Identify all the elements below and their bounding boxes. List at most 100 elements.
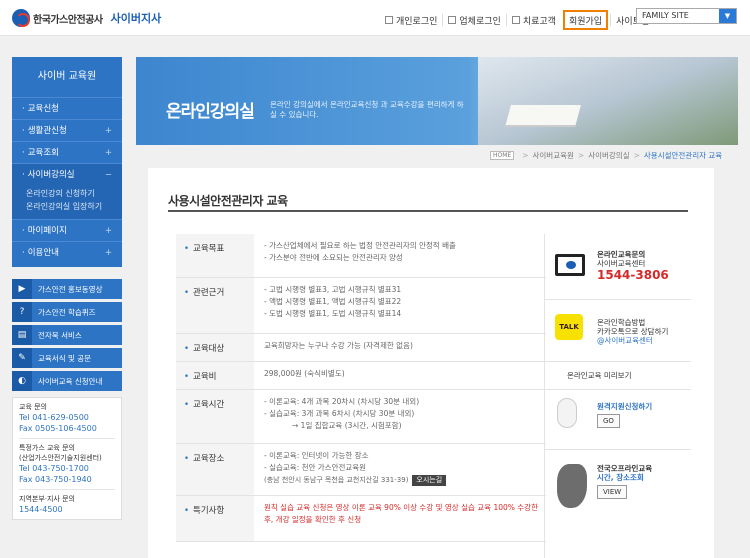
submenu-apply-online[interactable]: 온라인강의 신청하기 (26, 187, 122, 200)
offline-edu-box: 전국오프라인교육 시간, 장소조회 VIEW (545, 450, 691, 524)
offline-edu-label: 전국오프라인교육 (597, 464, 653, 473)
signup-link[interactable]: 회원가입 (562, 10, 609, 30)
online-contact-box: 온라인교육문의 사이버교육센터 1544-3806 (545, 234, 691, 300)
mouse-icon (557, 398, 577, 428)
korea-map-icon (557, 464, 587, 508)
video-icon: ▶ (12, 279, 32, 299)
banner-title: 온라인강의실 (166, 102, 255, 122)
sidebar-item-label: 생활관신청 (27, 126, 67, 136)
quick-link-label: 교육서식 및 공문 (38, 353, 92, 363)
page-title: 사용시설안전관리자 교육 (168, 194, 288, 208)
document-icon (511, 16, 520, 24)
table-row: 교육비 298,000원 (숙식비별도) (176, 362, 546, 390)
row-line: 원칙 실습 교육 신청은 영상 이론 교육 90% 이상 수강 및 영상 실습 … (264, 503, 538, 524)
row-line: 298,000원 (숙식비별도) (264, 369, 345, 378)
row-value: - 가스산업체에서 필요로 하는 법정 안전관리자의 안정적 배출 - 가스분야… (254, 234, 546, 277)
special-contact-label: 특정가스 교육 문의 (19, 444, 75, 452)
content-panel: 사용시설안전관리자 교육 교육목표 - 가스산업체에서 필요로 하는 법정 안전… (148, 168, 714, 558)
guide-icon: ◐ (12, 371, 32, 391)
sidebar-item-dormitory[interactable]: 생활관신청 + (12, 119, 122, 141)
row-line: - 가스분야 전반에 소요되는 안전관리자 양성 (264, 253, 403, 262)
sidebar-submenu: 온라인강의 신청하기 온라인강의실 입장하기 (12, 185, 122, 219)
ebook-icon: ▤ (12, 325, 32, 345)
chevron-down-icon[interactable]: ▼ (719, 9, 736, 23)
directions-button[interactable]: 오시는길 (412, 475, 447, 486)
row-label: 교육장소 (176, 444, 254, 495)
sidebar-item-apply[interactable]: 교육신청 (12, 97, 122, 119)
breadcrumb-current: 사용시설안전관리자 교육 (643, 151, 723, 160)
row-value: - 이론교육: 4개 과목 20차시 (차시당 30분 내외) - 실습교육: … (254, 390, 546, 443)
offline-view-button[interactable]: VIEW (597, 485, 628, 499)
sidebar-item-mypage[interactable]: 마이페이지 + (12, 219, 122, 241)
row-value: 원칙 실습 교육 신청은 영상 이론 교육 90% 이상 수강 및 영상 실습 … (254, 496, 546, 541)
row-label: 관련근거 (176, 278, 254, 333)
remote-support-label: 원격지원신청하기 (597, 402, 653, 411)
title-divider (168, 210, 688, 212)
quick-link-ebook[interactable]: ▤ 전자북 서비스 (12, 325, 122, 345)
quick-link-label: 사이버교육 신청안내 (38, 376, 103, 386)
preview-box[interactable]: 온라인교육 미리보기 (545, 362, 691, 390)
sidebar-item-label: 마이페이지 (27, 226, 67, 236)
table-row: 교육대상 교육희망자는 누구나 수강 가능 (자격제한 없음) (176, 334, 546, 362)
building-icon (448, 16, 457, 24)
breadcrumb-item[interactable]: 사이버강의실 (588, 150, 629, 161)
branch-contact-tel: 1544-4500 (19, 505, 63, 514)
row-line: - 고법 시행령 별표3, 고법 시행규칙 별표31 (264, 285, 402, 294)
form-icon: ✎ (12, 348, 32, 368)
signup-label: 회원가입 (568, 16, 603, 27)
row-line: - 이론교육: 인터넷이 가능한 장소 (264, 451, 369, 460)
kakao-contact-box[interactable]: TALK 온라인학습방법 카카오톡으로 상담하기 @사이버교육센터 (545, 300, 691, 362)
quick-link-guide[interactable]: ◐ 사이버교육 신청안내 (12, 371, 122, 391)
remote-go-button[interactable]: GO (597, 414, 620, 428)
row-line: - 실습교육: 3개 과목 6차시 (차시당 30분 내외) (264, 409, 415, 418)
special-contact-fax: Fax 043-750-1940 (19, 475, 92, 484)
book-image (505, 105, 581, 127)
home-icon[interactable]: HOME (490, 151, 515, 160)
banner-description: 온라인 강의실에서 온라인교육신청 과 교육수강을 편리하게 하실 수 있습니다… (270, 100, 464, 119)
quick-link-quiz[interactable]: ? 가스안전 학습퀴즈 (12, 302, 122, 322)
sidebar-item-guide[interactable]: 이용안내 + (12, 241, 122, 263)
sidebar-item-inquiry[interactable]: 교육조회 + (12, 141, 122, 163)
row-label: 교육목표 (176, 234, 254, 277)
remote-support-box: 원격지원신청하기 GO (545, 390, 691, 450)
family-site-select[interactable]: FAMILY SITE ▼ (636, 8, 737, 24)
personal-login-link[interactable]: 개인로그인 (380, 14, 442, 27)
sidebar-item-cyber-classroom[interactable]: 사이버강의실 − (12, 163, 122, 185)
row-line: - 액법 시행령 별표1, 액법 시행규칙 별표22 (264, 297, 402, 306)
plus-icon: + (104, 226, 112, 236)
plus-icon: + (104, 126, 112, 136)
branch-contact-label: 지역본부·지사 문의 (19, 495, 75, 503)
row-value: - 이론교육: 인터넷이 가능한 장소 - 실습교육: 천안 가스안전교육원 (… (254, 444, 546, 495)
online-contact-label: 온라인교육문의 (597, 250, 646, 259)
row-value: 교육희망자는 누구나 수강 가능 (자격제한 없음) (254, 334, 546, 361)
row-line: - 실습교육: 천안 가스안전교육원 (264, 463, 367, 472)
kakao-label: 온라인학습방법 (597, 318, 646, 327)
special-contact-label2: (산업가스안전기술지원센터) (19, 454, 102, 462)
edu-contact-fax: Fax 0505-106-4500 (19, 424, 97, 433)
divider (19, 489, 115, 490)
personal-login-label: 개인로그인 (396, 16, 438, 27)
row-label: 특기사항 (176, 496, 254, 541)
submenu-enter-online[interactable]: 온라인강의실 입장하기 (26, 200, 122, 213)
breadcrumb-separator: > (577, 151, 585, 160)
edu-contact-tel: Tel 041-629-0500 (19, 413, 89, 422)
breadcrumb: HOME > 사이버교육원 > 사이버강의실 > 사용시설안전관리자 교육 (490, 150, 722, 161)
row-line: - 가스산업체에서 필요로 하는 법정 안전관리자의 안정적 배출 (264, 241, 456, 250)
row-line: → 1일 집합교육 (3시간, 시험포함) (292, 421, 402, 430)
top-header: 한국가스안전공사 사이버지사 개인로그인 업체로그인 치료고객 회원가입 사이트… (0, 0, 750, 36)
family-site-value: FAMILY SITE (642, 11, 689, 20)
offline-edu-label2: 시간, 장소조회 (597, 473, 644, 482)
contact-box: 교육 문의 Tel 041-629-0500 Fax 0505-106-4500… (12, 397, 122, 520)
customer-link[interactable]: 치료고객 (505, 14, 561, 27)
sidebar-item-label: 교육조회 (27, 148, 59, 158)
address-text: (충남 천안시 동남구 목천읍 교천지산길 331-39) (264, 476, 409, 484)
quick-link-video[interactable]: ▶ 가스안전 홍보동영상 (12, 279, 122, 299)
breadcrumb-separator: > (522, 151, 529, 160)
quick-link-forms[interactable]: ✎ 교육서식 및 공문 (12, 348, 122, 368)
business-login-link[interactable]: 업체로그인 (442, 14, 505, 27)
row-label: 교육시간 (176, 390, 254, 443)
row-line: - 도법 시행령 별표1, 도법 시행규칙 별표14 (264, 309, 402, 318)
row-line: - 이론교육: 4개 과목 20차시 (차시당 30분 내외) (264, 397, 420, 406)
site-logo[interactable]: 한국가스안전공사 사이버지사 (12, 9, 161, 27)
breadcrumb-item[interactable]: 사이버교육원 (533, 150, 574, 161)
